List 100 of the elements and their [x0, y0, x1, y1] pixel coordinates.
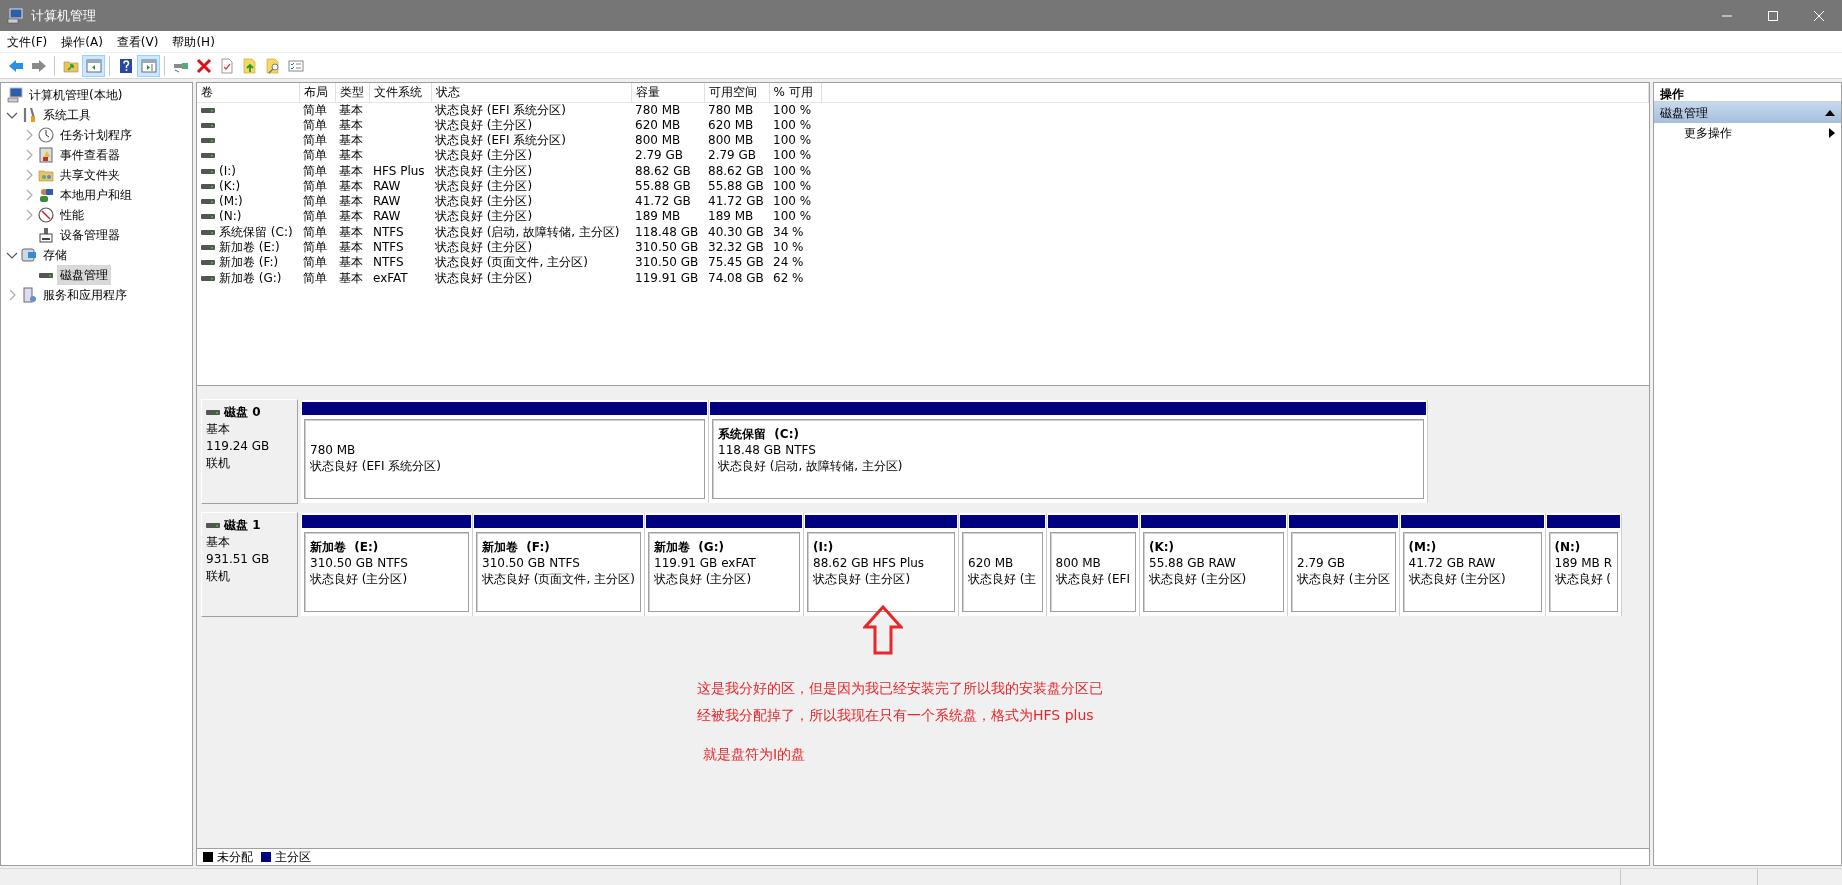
partition-block[interactable]: 800 MB 状态良好 (EFI [1046, 513, 1141, 616]
partition-status: 状态良好 (主分区) [813, 571, 912, 587]
collapse-triangle-icon[interactable] [1825, 109, 1835, 116]
tree-item[interactable]: 共享文件夹 [57, 165, 123, 185]
table-cell-text: 40.30 GB [707, 224, 765, 240]
table-cell-text: 基本 [338, 209, 364, 225]
column-header[interactable]: % 可用 [769, 83, 821, 102]
storage-icon [21, 247, 37, 263]
table-cell-text: 41.72 GB [707, 194, 765, 210]
disk-size: 119.24 GB [206, 438, 271, 455]
table-cell-text: 简单 [302, 178, 328, 194]
table-cell-text: 基本 [338, 255, 364, 271]
table-cell-text: 基本 [338, 194, 364, 210]
tree-item[interactable]: 事件查看器 [57, 145, 123, 165]
folder-search-icon [264, 57, 281, 74]
disk-name: 磁盘 1 [224, 517, 261, 534]
partition-size: 2.79 GB [1297, 555, 1347, 571]
menu-item[interactable]: 文件(F) [0, 30, 55, 53]
tree-item[interactable]: 磁盘管理 [57, 265, 111, 285]
partition-status: 状态良好 (EFI 系统分区) [310, 458, 442, 474]
table-cell-text: 62 % [772, 270, 805, 286]
arrow-up-icon [863, 605, 903, 655]
partition-block[interactable]: 新加卷 (G:) 119.91 GB exFAT 状态良好 (主分区) [645, 513, 804, 616]
table-cell: 系统保留 (C:) [219, 224, 293, 240]
column-header[interactable]: 布局 [299, 83, 335, 102]
disk-info-panel[interactable]: 磁盘 0 基本 119.24 GB 联机 [201, 399, 298, 504]
drive-icon [201, 229, 215, 235]
column-header[interactable]: 类型 [335, 83, 369, 102]
shared-folder-icon [38, 167, 54, 183]
partition-status: 状态良好 (主分区) [654, 571, 753, 587]
server-icon [21, 287, 37, 303]
table-cell-text: exFAT [372, 270, 409, 286]
help-icon [117, 57, 134, 74]
forward-arrow-icon [30, 57, 47, 74]
menu-item[interactable]: 帮助(H) [165, 30, 222, 53]
partition-label: (M:) [1408, 539, 1438, 555]
tree-item[interactable]: 设备管理器 [57, 225, 123, 245]
clock-icon [38, 127, 54, 143]
table-cell-text: 基本 [338, 239, 364, 256]
table-cell-text: 简单 [302, 148, 328, 164]
table-cell-text: RAW [372, 178, 402, 194]
tree-item[interactable]: 任务计划程序 [57, 125, 135, 145]
partition-status: 状态良好 (主分区) [1149, 571, 1248, 587]
table-cell-text: 189 MB [707, 209, 755, 225]
partition-block[interactable]: 620 MB 状态良好 (主 [959, 513, 1047, 616]
partition-block[interactable]: (I:) 88.62 GB HFS Plus 状态良好 (主分区) [804, 513, 959, 616]
table-cell-text: RAW [372, 194, 402, 210]
column-header[interactable]: 文件系统 [369, 83, 431, 102]
tree-item[interactable]: 计算机管理(本地) [26, 85, 126, 105]
tree-item[interactable]: 服务和应用程序 [40, 285, 130, 305]
column-header[interactable]: 容量 [631, 83, 704, 102]
partition-block[interactable]: (K:) 55.88 GB RAW 状态良好 (主分区) [1140, 513, 1289, 616]
table-cell: 状态良好 (EFI 系统分区) [431, 102, 631, 118]
menu-item[interactable]: 查看(V) [109, 30, 166, 53]
table-cell-text: 189 MB [634, 209, 682, 225]
partition-block[interactable]: 2.79 GB 状态良好 (主分区 [1288, 513, 1400, 616]
table-cell-text: 88.62 GB [707, 163, 765, 179]
table-cell-text: 状态良好 (EFI 系统分区) [434, 132, 567, 149]
column-header[interactable]: 卷 [197, 83, 299, 102]
tree-item[interactable]: 存储 [40, 245, 70, 265]
table-cell-text: 基本 [338, 270, 364, 286]
column-header[interactable]: 状态 [431, 83, 631, 102]
column-header[interactable]: 可用空间 [704, 83, 769, 102]
disk-info-panel[interactable]: 磁盘 1 基本 931.51 GB 联机 [201, 512, 298, 617]
partition-size: 800 MB [1055, 555, 1102, 571]
partition-block[interactable]: (M:) 41.72 GB RAW 状态良好 (主分区) [1399, 513, 1546, 616]
table-cell-text: 状态良好 (主分区) [434, 117, 534, 133]
partition-label: (N:) [1554, 539, 1582, 555]
partition-size: 55.88 GB RAW [1149, 555, 1237, 571]
table-cell: 780 MB [631, 102, 704, 118]
table-cell-text: 简单 [302, 209, 328, 225]
table-cell-text: 118.48 GB [634, 224, 700, 240]
partition-block[interactable]: 780 MB 状态良好 (EFI 系统分区) [301, 400, 709, 503]
partition-label: 系统保留 (C:) [718, 426, 800, 442]
tree-item[interactable]: 本地用户和组 [57, 185, 135, 205]
legend-label: 未分配 [217, 849, 253, 866]
partition-block[interactable]: 系统保留 (C:) 118.48 GB NTFS 状态良好 (启动, 故障转储, 主分区) [709, 400, 1428, 503]
panel-toggle-icon [140, 57, 157, 74]
tree-item[interactable]: 系统工具 [40, 105, 94, 125]
table-cell-text: 状态良好 (启动, 故障转储, 主分区) [434, 224, 621, 240]
table-cell-text: 10 % [772, 239, 805, 256]
folder-export-icon [241, 57, 258, 74]
partition-size: 620 MB [968, 555, 1015, 571]
partition-size: 118.48 GB NTFS [718, 442, 817, 458]
action-link[interactable]: 更多操作 [1684, 124, 1732, 142]
tree-item[interactable]: 性能 [57, 205, 87, 225]
partition-block[interactable]: 新加卷 (F:) 310.50 GB NTFS 状态良好 (页面文件, 主分区) [473, 513, 645, 616]
disk-type: 基本 [206, 534, 231, 551]
drive-icon [201, 107, 215, 113]
menu-item[interactable]: 操作(A) [54, 30, 110, 53]
window-title: 计算机管理 [31, 6, 96, 25]
partition-block[interactable]: (N:) 189 MB R 状态良好 ( [1545, 513, 1622, 616]
back-arrow-icon [7, 57, 24, 74]
drive-icon [201, 168, 215, 174]
partition-size: 310.50 GB NTFS [482, 555, 581, 571]
drive-icon [201, 275, 215, 281]
annotation-text: 就是盘符为I的盘 [702, 745, 807, 764]
disk-name: 磁盘 0 [224, 404, 261, 421]
partition-block[interactable]: 新加卷 (E:) 310.50 GB NTFS 状态良好 (主分区) [301, 513, 473, 616]
table-cell-text: 75.45 GB [707, 255, 765, 271]
